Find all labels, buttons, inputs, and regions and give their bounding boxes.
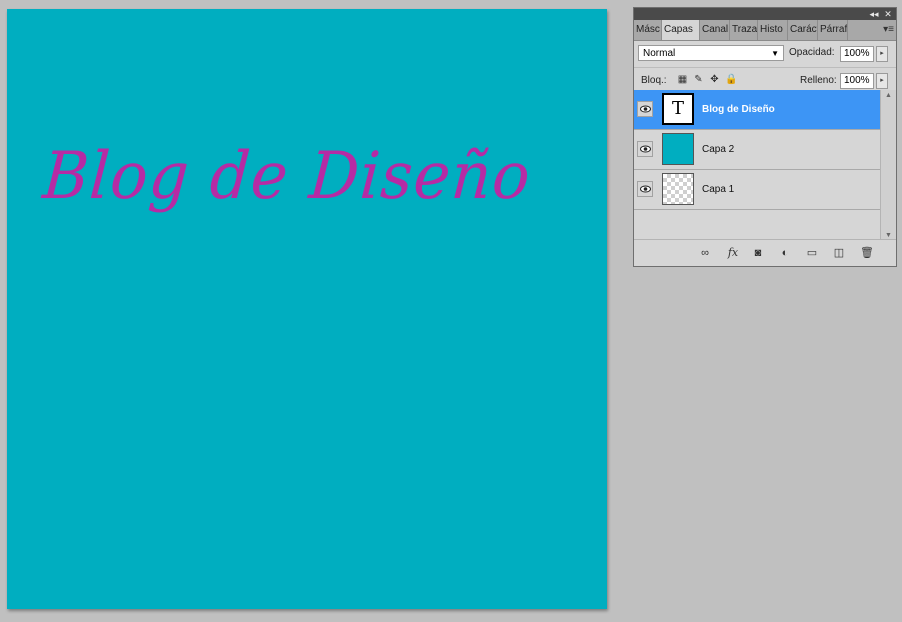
panel-footer: ∞ fx ◙ ◐ ▭ ◫ 🗑 (634, 239, 896, 266)
panel-tabs: Másc Capas Canal Traza Histo Caráct Párr… (634, 20, 896, 41)
tab-capas[interactable]: Capas (662, 20, 700, 40)
blend-row: Normal ▼ Opacidad: 100% ▸ (634, 41, 896, 68)
layer-name: Capa 2 (702, 144, 735, 155)
fill-label: Relleno: (800, 75, 837, 86)
transparent-layer-thumbnail (662, 173, 694, 205)
layer-row[interactable]: Capa 2 (634, 130, 880, 170)
panel-menu-icon[interactable]: ▾≡ (883, 20, 894, 40)
fill-slider-button[interactable]: ▸ (876, 73, 888, 89)
layer-name: Blog de Diseño (702, 104, 775, 115)
tab-trazados[interactable]: Traza (730, 20, 758, 40)
document-canvas[interactable]: Blog de Diseño (7, 9, 607, 609)
trash-icon[interactable]: 🗑 (860, 246, 874, 260)
visibility-eye-icon[interactable] (637, 181, 653, 197)
layer-row[interactable]: T Blog de Diseño (634, 90, 880, 130)
scroll-up-icon[interactable]: ▲ (881, 92, 896, 99)
tab-caracter[interactable]: Caráct (788, 20, 818, 40)
layer-scrollbar[interactable]: ▲ ▼ (880, 90, 896, 241)
lock-position-icon[interactable]: ✥ (709, 74, 720, 85)
new-layer-icon[interactable]: ◫ (832, 246, 846, 260)
lock-label: Bloq.: (641, 75, 667, 86)
close-icon[interactable]: ✕ (882, 8, 894, 20)
visibility-eye-icon[interactable] (637, 101, 653, 117)
mask-icon[interactable]: ◙ (751, 246, 765, 260)
folder-icon[interactable]: ▭ (805, 246, 819, 260)
fill-field[interactable]: 100% (840, 73, 874, 89)
scroll-down-icon[interactable]: ▼ (881, 232, 896, 239)
lock-all-icon[interactable]: 🔒 (725, 74, 737, 85)
layer-row[interactable]: Capa 1 (634, 170, 880, 210)
tab-mascaras[interactable]: Másc (634, 20, 662, 40)
blend-mode-select[interactable]: Normal ▼ (638, 45, 784, 61)
link-icon[interactable]: ∞ (696, 246, 714, 260)
blend-mode-value: Normal (643, 48, 676, 59)
canvas-text: Blog de Diseño (40, 137, 534, 214)
tab-parrafo[interactable]: Párraf (818, 20, 848, 40)
fx-icon[interactable]: fx (724, 246, 742, 260)
panel-title-bar[interactable]: ◂◂ ✕ (634, 8, 896, 20)
layer-name: Capa 1 (702, 184, 735, 195)
adjustment-icon[interactable]: ◐ (777, 246, 793, 260)
lock-pixels-icon[interactable]: ✎ (693, 74, 704, 85)
lock-transparency-icon[interactable]: ▦ (677, 74, 688, 85)
text-layer-thumbnail: T (662, 93, 694, 125)
chevron-down-icon: ▼ (771, 49, 779, 58)
color-layer-thumbnail (662, 133, 694, 165)
tab-historia[interactable]: Histo (758, 20, 788, 40)
layer-list: T Blog de Diseño Capa 2 Capa 1 (634, 90, 880, 241)
opacity-label: Opacidad: (789, 47, 835, 58)
layers-panel: ◂◂ ✕ Másc Capas Canal Traza Histo Caráct… (633, 7, 897, 267)
collapse-icon[interactable]: ◂◂ (868, 8, 880, 20)
opacity-field[interactable]: 100% (840, 46, 874, 62)
tab-canales[interactable]: Canal (700, 20, 730, 40)
visibility-eye-icon[interactable] (637, 141, 653, 157)
opacity-slider-button[interactable]: ▸ (876, 46, 888, 62)
